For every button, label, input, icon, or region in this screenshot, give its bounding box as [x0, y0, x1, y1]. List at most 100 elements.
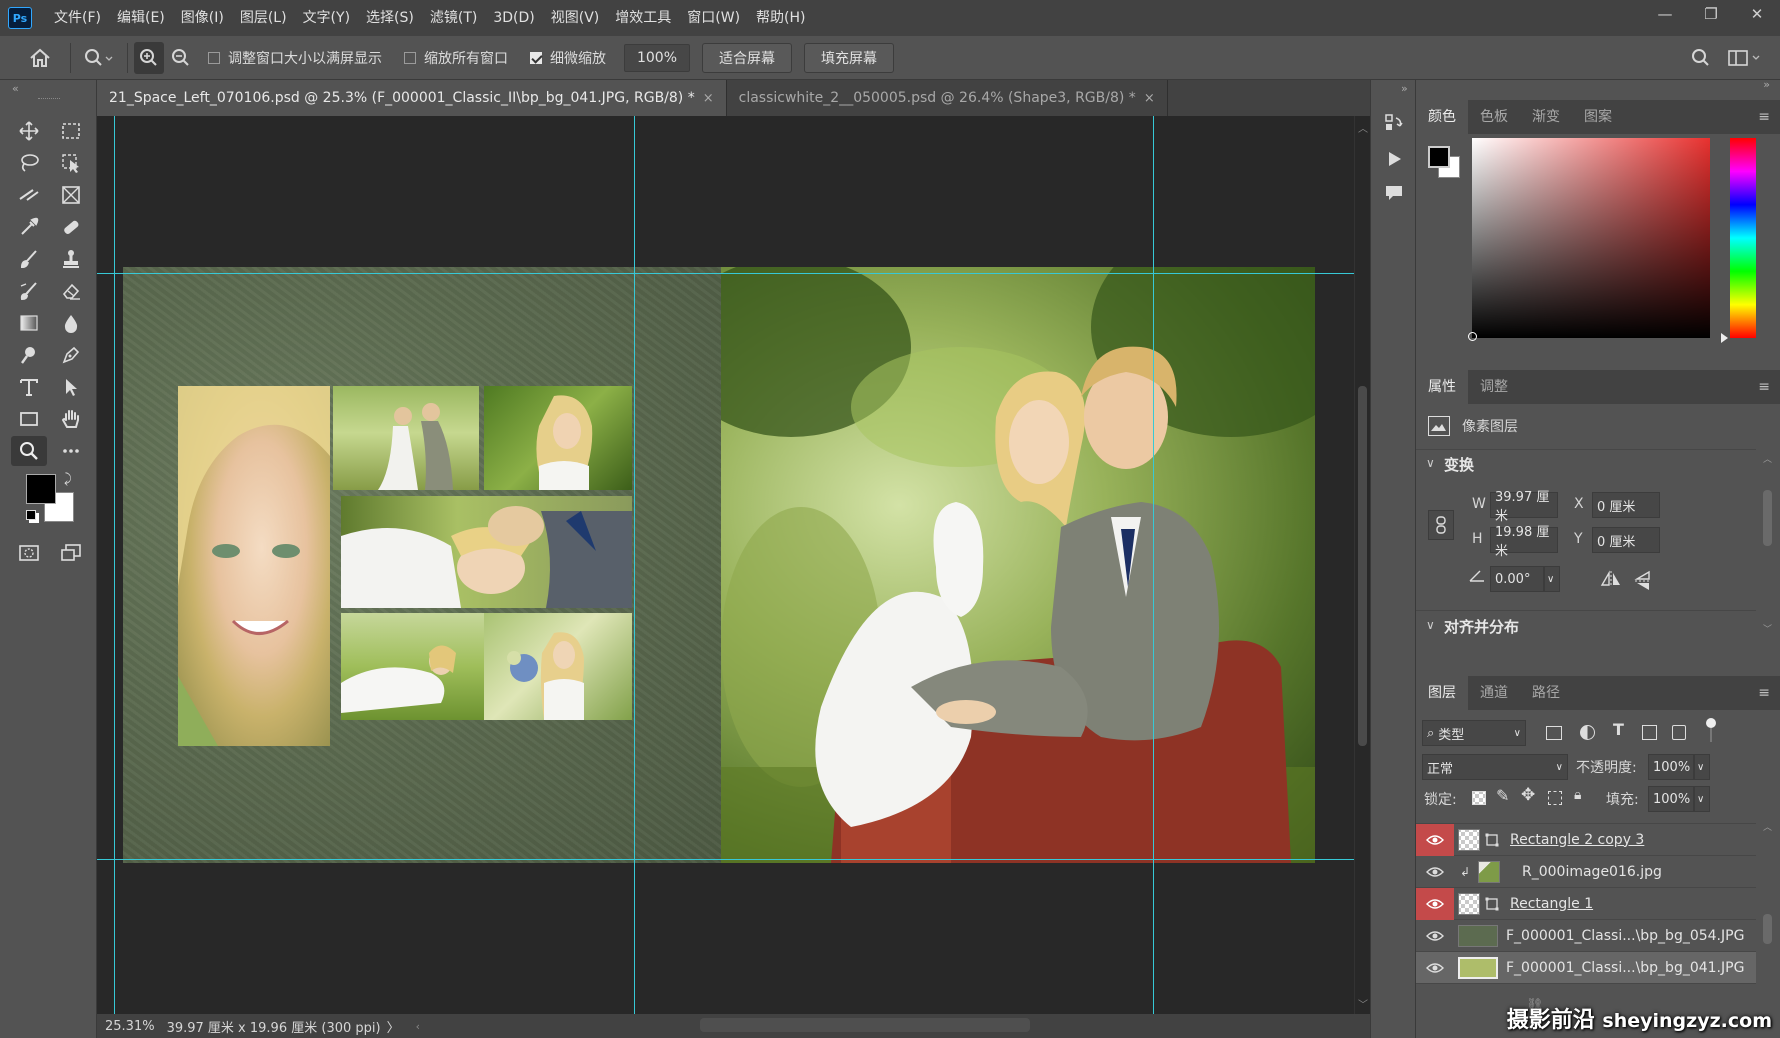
- guide-horizontal[interactable]: [97, 273, 1354, 274]
- brush-tool-icon[interactable]: [11, 244, 47, 274]
- guide-vertical[interactable]: [114, 116, 115, 1014]
- status-menu-arrow[interactable]: 〉: [387, 1017, 400, 1036]
- scroll-up-icon[interactable]: ︿: [1763, 452, 1772, 465]
- filter-type-icon[interactable]: T: [1613, 720, 1624, 739]
- menu-filter[interactable]: 滤镜(T): [422, 0, 485, 36]
- marquee-tool-icon[interactable]: [53, 116, 89, 146]
- chevron-down-icon[interactable]: ∨: [1426, 456, 1435, 470]
- guide-vertical[interactable]: [634, 116, 635, 1014]
- comments-panel-icon[interactable]: [1381, 180, 1407, 206]
- actions-play-icon[interactable]: [1381, 146, 1407, 172]
- swap-colors-icon[interactable]: ⤸: [64, 472, 72, 487]
- angle-dropdown-icon[interactable]: ∨: [1544, 566, 1560, 592]
- fill-dropdown-icon[interactable]: ∨: [1694, 786, 1710, 812]
- path-selection-tool-icon[interactable]: [53, 372, 89, 402]
- menu-type[interactable]: 文字(Y): [295, 0, 358, 36]
- tab-properties[interactable]: 属性: [1416, 370, 1468, 404]
- opacity-dropdown-icon[interactable]: ∨: [1694, 754, 1710, 780]
- expand-dock-icon[interactable]: »: [1401, 82, 1408, 95]
- angle-field[interactable]: 0.00°: [1490, 566, 1544, 592]
- hue-slider[interactable]: [1730, 138, 1756, 338]
- lock-image-icon[interactable]: ✎: [1496, 786, 1509, 805]
- tab-swatches[interactable]: 色板: [1468, 100, 1520, 134]
- panel-menu-icon[interactable]: ≡: [1758, 379, 1770, 395]
- chevron-down-icon[interactable]: ∨: [1426, 618, 1435, 632]
- collapse-panels-icon[interactable]: »: [1763, 78, 1770, 91]
- fit-screen-button[interactable]: 适合屏幕: [702, 42, 792, 73]
- blur-tool-icon[interactable]: [53, 308, 89, 338]
- type-tool-icon[interactable]: [11, 372, 47, 402]
- guide-horizontal[interactable]: [97, 859, 1354, 860]
- document-canvas[interactable]: [97, 116, 1354, 1014]
- flip-horizontal-icon[interactable]: [1600, 570, 1622, 592]
- quick-mask-icon[interactable]: [11, 538, 47, 568]
- crop-tool-icon[interactable]: [11, 180, 47, 210]
- scrollbar-thumb[interactable]: [1358, 386, 1367, 746]
- align-distribute-section-title[interactable]: 对齐并分布: [1444, 616, 1519, 637]
- width-field[interactable]: 39.97 厘米: [1490, 490, 1558, 524]
- layer-row[interactable]: ↲ R_000image016.jpg: [1416, 856, 1756, 888]
- toolbar-grip[interactable]: [38, 98, 60, 100]
- zoom-tool-icon[interactable]: [11, 436, 47, 466]
- frame-tool-icon[interactable]: [53, 180, 89, 210]
- layer-row[interactable]: Rectangle 1: [1416, 887, 1756, 920]
- dodge-tool-icon[interactable]: [11, 340, 47, 370]
- tab-layers[interactable]: 图层: [1416, 676, 1468, 710]
- layer-name[interactable]: F_000001_Classi...\bp_bg_041.JPG: [1506, 960, 1744, 976]
- layer-name[interactable]: Rectangle 2 copy 3: [1510, 832, 1644, 848]
- scroll-left-icon[interactable]: ‹: [416, 1020, 420, 1033]
- tab-color[interactable]: 颜色: [1416, 100, 1468, 134]
- layers-scrollbar[interactable]: ︿: [1760, 820, 1774, 990]
- eyedropper-tool-icon[interactable]: [11, 212, 47, 242]
- layer-filter-dropdown[interactable]: ⌕ 类型 ∨: [1422, 720, 1526, 746]
- checkbox-box[interactable]: [404, 51, 416, 64]
- screen-mode-icon[interactable]: [53, 538, 89, 568]
- layer-name[interactable]: F_000001_Classi...\bp_bg_054.JPG: [1506, 928, 1744, 944]
- flip-vertical-icon[interactable]: [1634, 570, 1652, 596]
- hand-tool-icon[interactable]: [53, 404, 89, 434]
- scrubby-zoom-checkbox[interactable]: 细微缩放: [530, 48, 606, 68]
- checkbox-box-checked[interactable]: [530, 51, 542, 64]
- x-field[interactable]: 0 厘米: [1592, 492, 1660, 518]
- visibility-eye-icon[interactable]: [1416, 887, 1454, 920]
- default-colors-icon[interactable]: [26, 510, 36, 520]
- layer-row-selected[interactable]: F_000001_Classi...\bp_bg_041.JPG: [1416, 952, 1756, 984]
- fill-field[interactable]: 100%: [1648, 786, 1694, 812]
- tab-adjustments[interactable]: 调整: [1468, 370, 1520, 404]
- collapse-toolbar-icon[interactable]: «: [12, 82, 19, 95]
- lock-transparent-icon[interactable]: [1472, 791, 1486, 805]
- height-field[interactable]: 19.98 厘米: [1490, 525, 1558, 559]
- minimize-button[interactable]: —: [1642, 0, 1688, 28]
- scroll-down-icon[interactable]: ﹀: [1763, 622, 1772, 635]
- menu-layer[interactable]: 图层(L): [232, 0, 295, 36]
- zoom-out-icon[interactable]: [164, 42, 198, 74]
- lasso-tool-icon[interactable]: [11, 148, 47, 178]
- checkbox-box[interactable]: [208, 51, 220, 64]
- filter-smart-object-icon[interactable]: [1672, 725, 1686, 740]
- filter-adjustment-icon[interactable]: [1580, 725, 1595, 740]
- y-field[interactable]: 0 厘米: [1592, 527, 1660, 553]
- close-tab-icon[interactable]: ×: [703, 91, 714, 106]
- menu-edit[interactable]: 编辑(E): [109, 0, 173, 36]
- panel-foreground-color[interactable]: [1428, 146, 1450, 168]
- menu-image[interactable]: 图像(I): [173, 0, 232, 36]
- filter-shape-icon[interactable]: [1642, 725, 1657, 740]
- color-picker-handle[interactable]: [1468, 332, 1477, 341]
- resize-windows-checkbox[interactable]: 调整窗口大小以满屏显示: [208, 48, 382, 68]
- menu-3d[interactable]: 3D(D): [485, 0, 542, 36]
- move-tool-icon[interactable]: [11, 116, 47, 146]
- opacity-field[interactable]: 100%: [1648, 754, 1694, 780]
- filter-toggle-icon[interactable]: [1706, 718, 1716, 728]
- horizontal-scrollbar-thumb[interactable]: [700, 1018, 1030, 1032]
- menu-help[interactable]: 帮助(H): [748, 0, 813, 36]
- visibility-eye-icon[interactable]: [1416, 920, 1454, 952]
- tab-channels[interactable]: 通道: [1468, 676, 1520, 710]
- zoom-level[interactable]: 25.31%: [105, 1019, 155, 1034]
- menu-view[interactable]: 视图(V): [543, 0, 608, 36]
- properties-scrollbar[interactable]: ︿ ﹀: [1760, 450, 1774, 640]
- lock-artboard-icon[interactable]: [1548, 791, 1562, 805]
- scrollbar-thumb[interactable]: [1763, 490, 1772, 546]
- tab-document-1[interactable]: 21_Space_Left_070106.psd @ 25.3% (F_0000…: [97, 80, 727, 116]
- tab-gradients[interactable]: 渐变: [1520, 100, 1572, 134]
- healing-brush-tool-icon[interactable]: [53, 212, 89, 242]
